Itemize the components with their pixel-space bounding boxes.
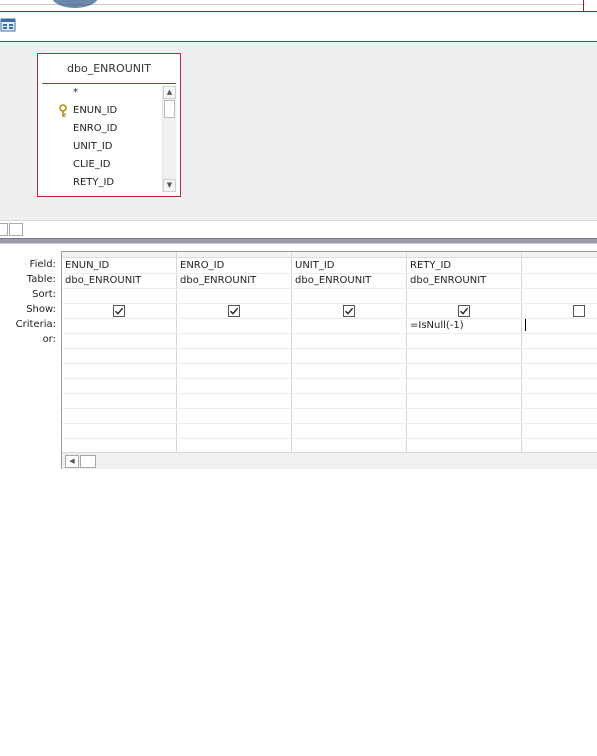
show-checkbox[interactable]	[573, 305, 585, 317]
grid-field-cell[interactable]: ENRO_ID	[180, 258, 290, 273]
grid-field-cell[interactable]: UNIT_ID	[295, 258, 405, 273]
row-label-show: Show:	[26, 304, 56, 315]
scroll-left-icon[interactable]: ◀	[65, 455, 79, 468]
query-design-pane[interactable]: dbo_ENROUNIT * ENUN_ID ENRO_ID UNIT_ID C…	[0, 42, 597, 220]
row-divider	[62, 348, 597, 349]
pane-splitter[interactable]	[0, 238, 597, 244]
scroll-down-icon[interactable]: ▼	[163, 179, 176, 192]
top-accent-line	[0, 11, 597, 12]
table-title[interactable]: dbo_ENROUNIT	[38, 54, 180, 83]
table-field-list-dbo-enrounit[interactable]: dbo_ENROUNIT * ENUN_ID ENRO_ID UNIT_ID C…	[37, 53, 181, 197]
grid-sort-cell[interactable]	[295, 288, 405, 303]
show-checkbox[interactable]	[343, 305, 355, 317]
field-item-enun-id[interactable]: ENUN_ID	[73, 102, 117, 120]
row-divider	[62, 303, 597, 304]
show-checkbox[interactable]	[228, 305, 240, 317]
grid-table-cell[interactable]: dbo_ENROUNIT	[180, 273, 290, 288]
scroll-up-icon[interactable]: ▲	[163, 86, 176, 99]
row-divider	[62, 378, 597, 379]
grid-or-cell[interactable]	[65, 333, 175, 348]
primary-key-icon	[58, 104, 68, 118]
grid-criteria-cell[interactable]	[65, 318, 175, 333]
field-item-rety-id[interactable]: RETY_ID	[73, 174, 114, 192]
query-design-grid[interactable]: ENUN_ID dbo_ENROUNIT ENRO_ID dbo_ENROUNI…	[61, 251, 597, 469]
grid-criteria-cell[interactable]	[295, 318, 405, 333]
grid-criteria-cell[interactable]: =IsNull(-1)	[410, 318, 520, 333]
grid-sort-cell[interactable]	[410, 288, 520, 303]
show-checkbox[interactable]	[113, 305, 125, 317]
grid-or-cell[interactable]	[295, 333, 405, 348]
field-list[interactable]: * ENUN_ID ENRO_ID UNIT_ID CLIE_ID RETY_I…	[38, 84, 162, 194]
field-list-scrollbar[interactable]: ▲ ▼	[162, 86, 176, 192]
row-label-field: Field:	[29, 259, 56, 270]
field-item-unit-id[interactable]: UNIT_ID	[73, 138, 113, 156]
grid-table-cell[interactable]	[525, 273, 597, 288]
scroll-thumb[interactable]	[164, 100, 175, 118]
column-divider[interactable]	[521, 252, 522, 452]
grid-sort-cell[interactable]	[65, 288, 175, 303]
column-divider[interactable]	[291, 252, 292, 452]
grid-or-cell[interactable]	[410, 333, 520, 348]
grid-field-cell[interactable]	[525, 258, 597, 273]
top-ribbon-strip	[0, 0, 597, 42]
grid-table-cell[interactable]: dbo_ENROUNIT	[295, 273, 405, 288]
scroll-thumb[interactable]	[80, 455, 96, 468]
row-label-criteria: Criteria:	[15, 319, 56, 330]
grid-table-cell[interactable]: dbo_ENROUNIT	[410, 273, 520, 288]
field-item-enro-id[interactable]: ENRO_ID	[73, 120, 117, 138]
row-label-sort: Sort:	[32, 289, 56, 300]
top-accent-vline	[583, 0, 584, 12]
design-pane-hscrollbar[interactable]	[0, 220, 597, 238]
grid-field-cell[interactable]: ENUN_ID	[65, 258, 175, 273]
field-item-all[interactable]: *	[73, 84, 78, 102]
text-cursor	[525, 319, 526, 331]
show-checkbox[interactable]	[458, 305, 470, 317]
row-divider	[62, 408, 597, 409]
scroll-thumb-stub[interactable]	[9, 223, 23, 236]
grid-field-cell[interactable]: RETY_ID	[410, 258, 520, 273]
query-window-icon[interactable]	[0, 18, 16, 32]
column-divider[interactable]	[406, 252, 407, 452]
grid-table-cell[interactable]: dbo_ENROUNIT	[65, 273, 175, 288]
row-divider	[62, 393, 597, 394]
row-divider	[62, 363, 597, 364]
grid-criteria-cell[interactable]	[180, 318, 290, 333]
grid-or-cell[interactable]	[180, 333, 290, 348]
field-item-clie-id[interactable]: CLIE_ID	[73, 156, 110, 174]
column-divider[interactable]	[176, 252, 177, 452]
grid-hscrollbar[interactable]: ◀	[62, 452, 597, 469]
row-label-or: or:	[42, 334, 56, 345]
scroll-left-icon[interactable]	[0, 223, 8, 236]
decorative-arc	[52, 0, 98, 8]
grid-sort-cell[interactable]	[180, 288, 290, 303]
row-divider	[62, 423, 597, 424]
row-label-table: Table:	[26, 274, 56, 285]
row-divider	[62, 438, 597, 439]
